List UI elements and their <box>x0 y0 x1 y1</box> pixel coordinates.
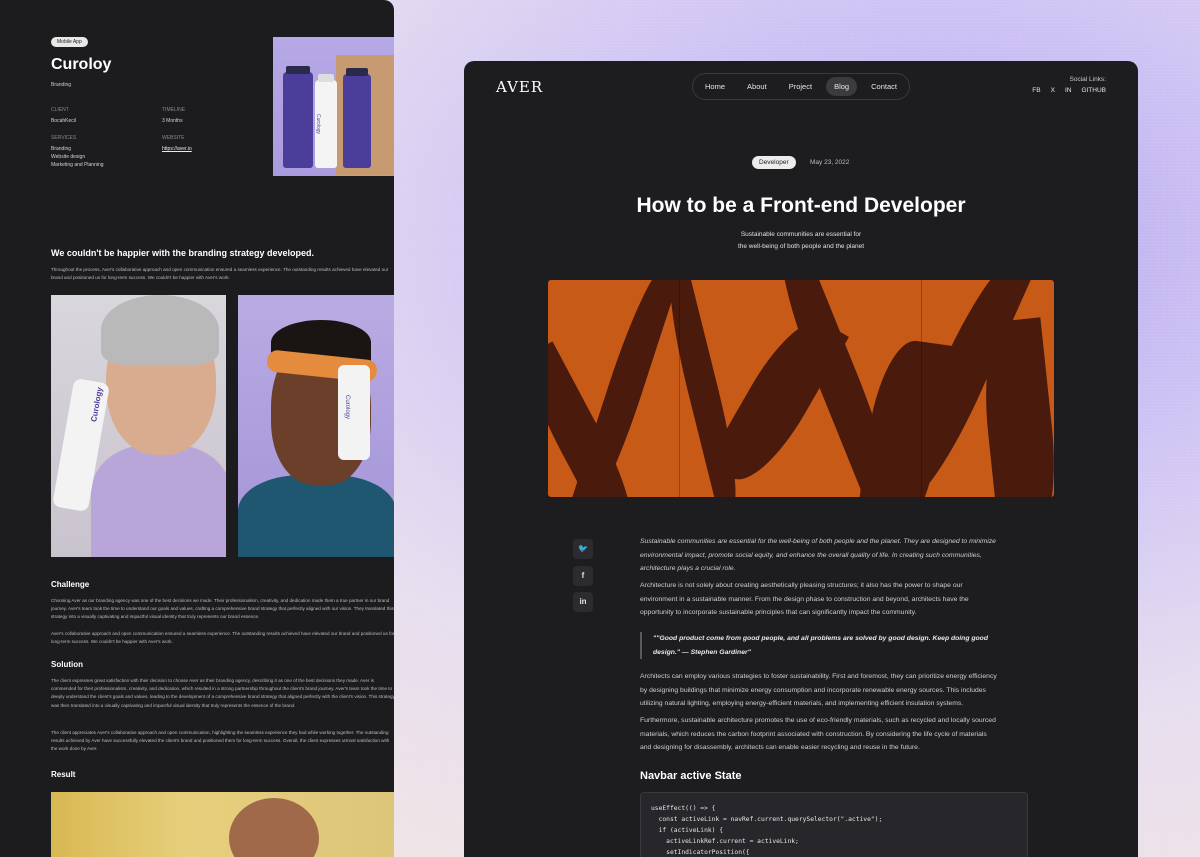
bottle-image: Curology <box>315 74 337 168</box>
post-blockquote: ""Good product come from good people, an… <box>640 632 1002 659</box>
meta-website: WEBSITE https://aver.io <box>162 134 192 153</box>
category-badge[interactable]: Developer <box>752 156 796 169</box>
project-subtitle: Branding <box>51 82 72 88</box>
code-line: activeLinkRef.current = activeLink; <box>651 838 799 845</box>
bottle-image: Curology <box>338 365 370 460</box>
meta-client: CLIENT BocahKecil <box>51 106 76 125</box>
share-facebook-button[interactable]: f <box>573 566 593 586</box>
solution-text: The client appreciates Aver's collaborat… <box>51 730 390 752</box>
meta-value: Website design <box>51 154 86 160</box>
linkedin-icon: in <box>579 597 587 606</box>
post-paragraph: Furthermore, sustainable architecture pr… <box>640 717 996 751</box>
post-paragraph: Architecture is not solely about creatin… <box>640 582 969 616</box>
subtitle-line: the well-being of both people and the pl… <box>737 243 865 250</box>
solution-text: The client expresses great satisfaction … <box>51 678 394 708</box>
meta-label: TIMELINE <box>162 107 186 113</box>
challenge-text: Choosing Aver as our branding agency was… <box>51 598 394 620</box>
post-title: How to be a Front-end Developer <box>636 194 966 217</box>
share-linkedin-button[interactable]: in <box>573 592 593 612</box>
main-navbar: Home About Project Blog Contact <box>692 73 910 100</box>
post-intro: Sustainable communities are essential fo… <box>640 538 996 572</box>
bottle-brand-label: Curology <box>344 395 350 420</box>
bottle-image <box>283 66 313 168</box>
category-tag: Mobile App <box>51 37 88 47</box>
meta-label: CLIENT <box>51 107 69 113</box>
social-link-fb[interactable]: FB <box>1032 87 1040 94</box>
testimonial-text: Throughout the process, Aver's collabora… <box>51 267 389 281</box>
meta-value: BocahKecil <box>51 118 77 124</box>
result-photo <box>51 792 394 857</box>
code-block[interactable]: useEffect(() => { const activeLink = nav… <box>640 792 1028 857</box>
post-date: May 23, 2022 <box>810 159 850 166</box>
bottle-brand-label: Curology <box>315 114 321 135</box>
meta-timeline: TIMELINE 3 Months <box>162 106 185 125</box>
meta-value: Marketing and Planning <box>51 162 104 168</box>
testimonial-heading: We couldn't be happier with the branding… <box>51 248 315 258</box>
post-subtitle: Sustainable communities are essential fo… <box>464 229 1138 253</box>
post-paragraph: Architects can employ various strategies… <box>640 673 997 707</box>
portrait-photo-man: Curology <box>238 295 394 557</box>
twitter-icon: 🐦 <box>578 544 588 553</box>
case-study-panel: Mobile App Curoloy Branding CLIENT Bocah… <box>0 0 394 857</box>
nav-item-project[interactable]: Project <box>781 77 820 96</box>
challenge-heading: Challenge <box>51 580 90 589</box>
bottle-image <box>343 68 371 168</box>
bottle-brand-label: Curology <box>89 386 105 423</box>
meta-value: Branding <box>51 146 72 152</box>
social-link-x[interactable]: X <box>1051 87 1055 94</box>
product-photo: Curology <box>273 37 394 176</box>
hero-image-leaves <box>548 280 1054 497</box>
meta-label: SERVICES <box>51 135 77 141</box>
solution-heading: Solution <box>51 660 83 669</box>
meta-label: WEBSITE <box>162 135 185 141</box>
subtitle-line: Sustainable communities are essential fo… <box>740 231 862 238</box>
nav-item-contact[interactable]: Contact <box>863 77 905 96</box>
facebook-icon: f <box>581 571 585 580</box>
meta-value: 3 Months <box>162 118 183 124</box>
result-heading: Result <box>51 770 76 779</box>
project-title: Curoloy <box>51 56 112 73</box>
share-twitter-button[interactable]: 🐦 <box>573 539 593 559</box>
code-line: const activeLink = navRef.current.queryS… <box>651 816 883 823</box>
blog-post-panel: AVER Home About Project Blog Contact Soc… <box>464 61 1138 857</box>
portrait-photo-woman: Curology <box>51 295 226 557</box>
social-links: FB X IN GITHUB <box>1032 87 1106 94</box>
nav-item-about[interactable]: About <box>739 77 775 96</box>
meta-services: SERVICES Branding Website design Marketi… <box>51 134 104 169</box>
nav-item-blog[interactable]: Blog <box>826 77 858 96</box>
code-line: setIndicatorPosition({ <box>651 849 750 856</box>
social-link-github[interactable]: GITHUB <box>1081 87 1106 94</box>
code-line: useEffect(() => { <box>651 805 716 812</box>
site-logo[interactable]: AVER <box>496 78 543 96</box>
website-link[interactable]: https://aver.io <box>162 145 192 153</box>
section-heading: Navbar active State <box>640 770 742 782</box>
code-line: if (activeLink) { <box>651 827 724 834</box>
social-link-in[interactable]: IN <box>1065 87 1072 94</box>
challenge-text: Aver's collaborative approach and open c… <box>51 631 394 645</box>
social-links-label: Social Links: <box>1069 76 1107 83</box>
nav-item-home[interactable]: Home <box>697 77 733 96</box>
